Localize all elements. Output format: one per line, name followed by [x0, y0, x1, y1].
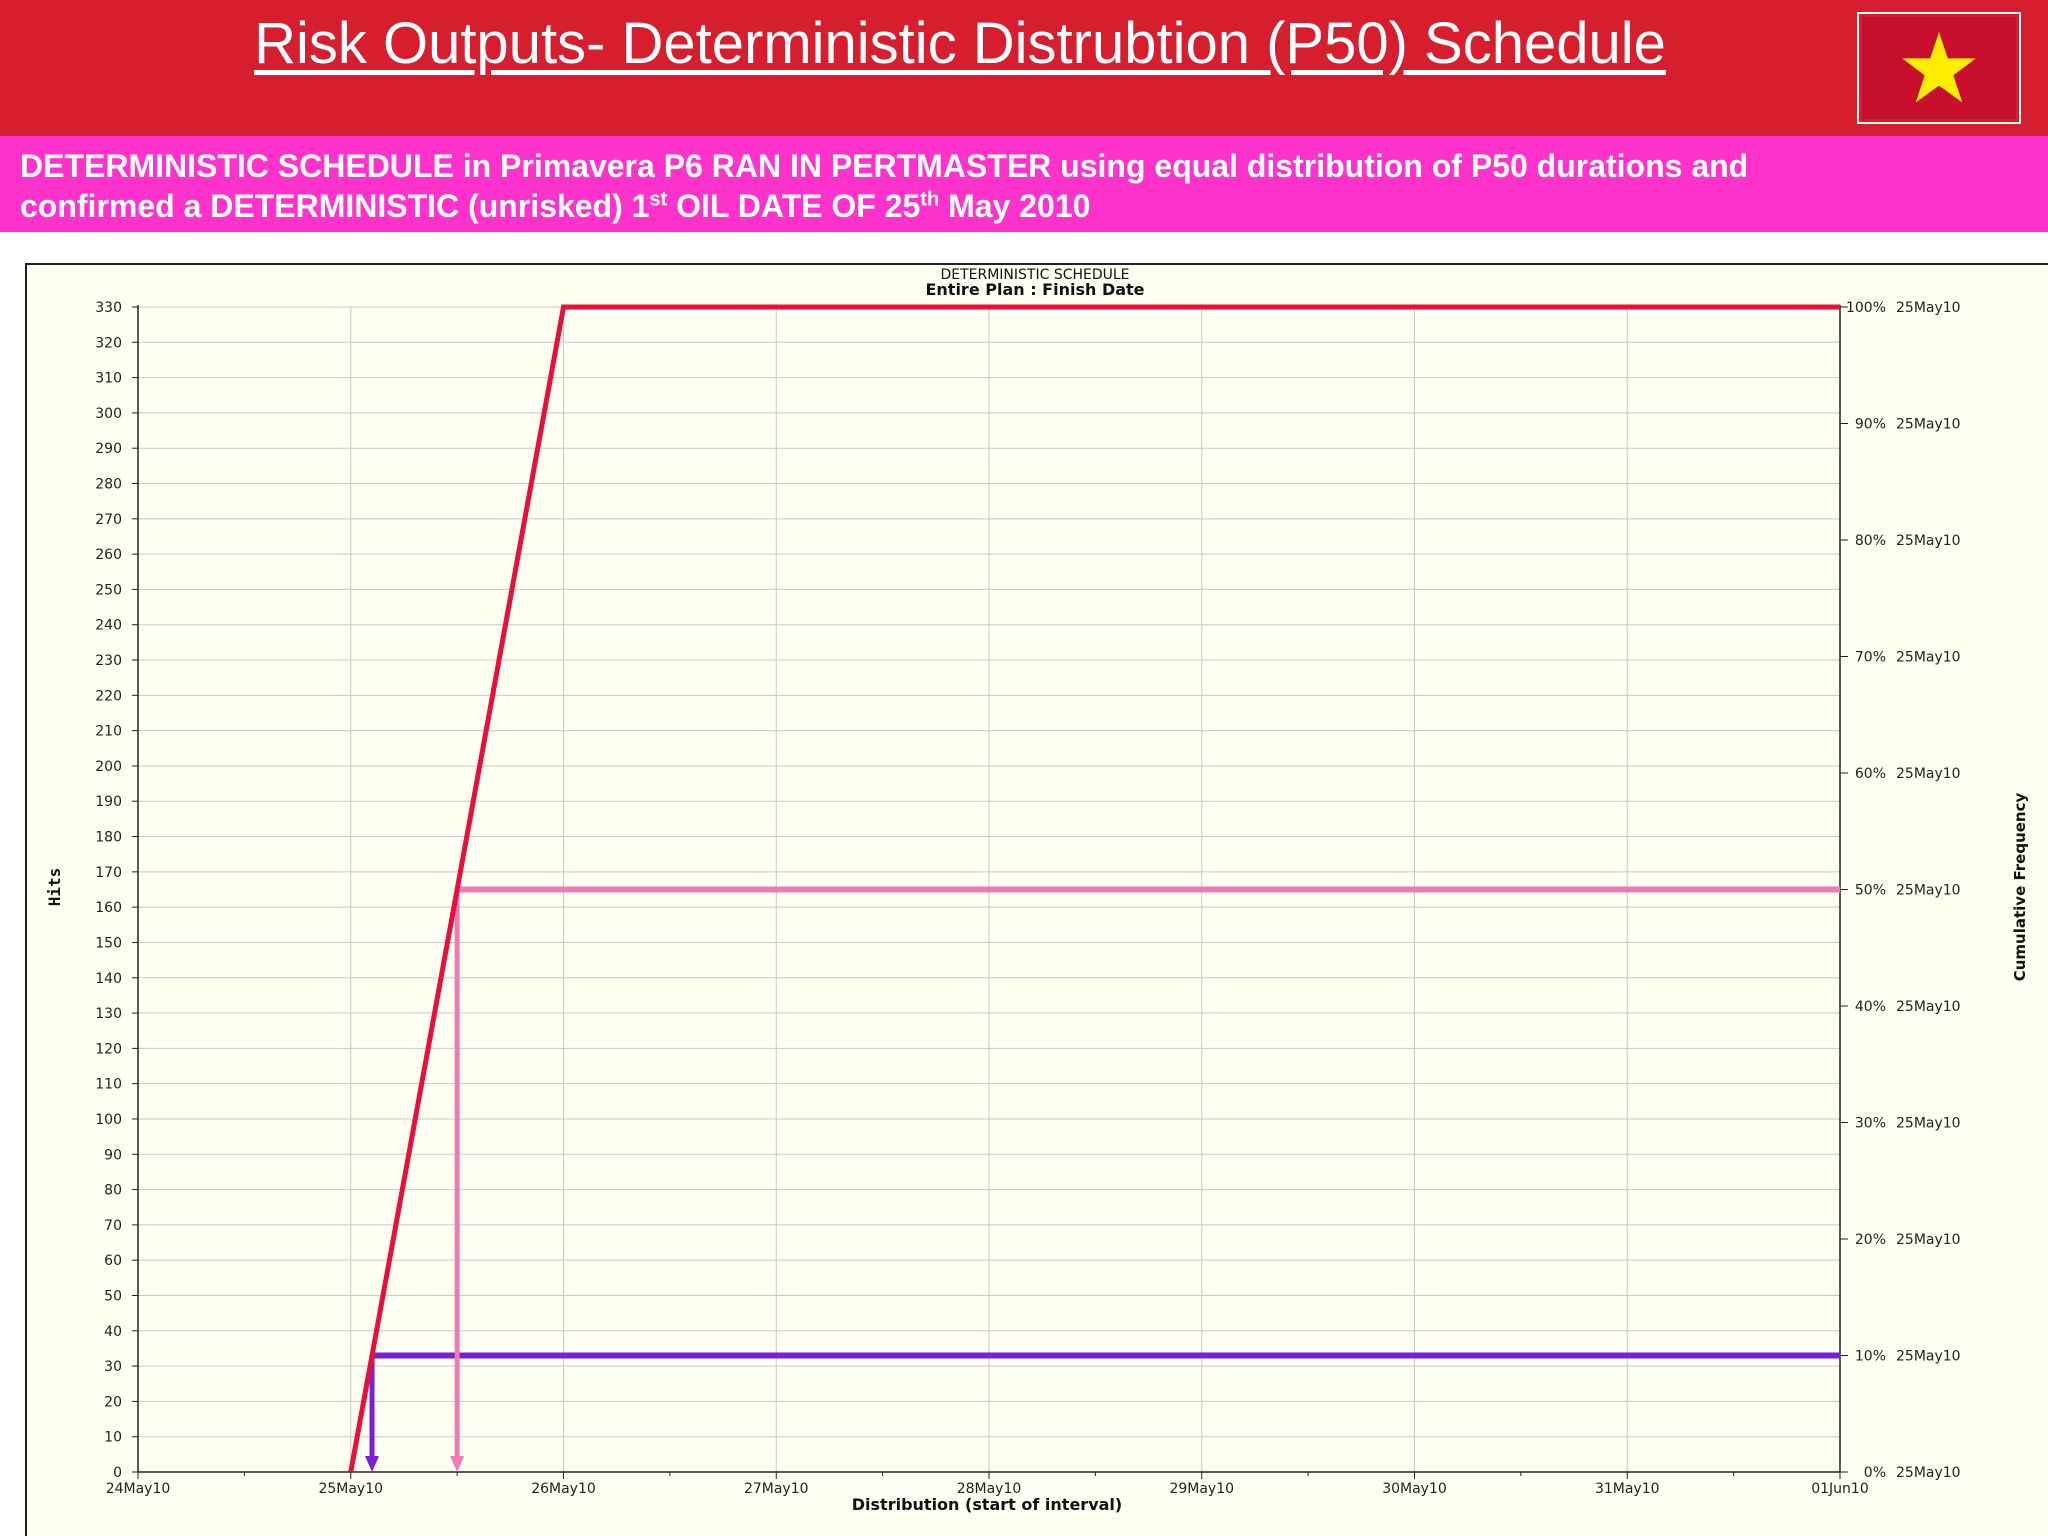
chart-subtitle: Entire Plan : Finish Date: [925, 280, 1144, 299]
y2-tick-pct: 90%: [1855, 417, 1886, 433]
y2-tick-date: 25May10: [1896, 1116, 1961, 1132]
y2-tick-pct: 0%: [1864, 1465, 1886, 1481]
page-title: Risk Outputs- Deterministic Distrubtion …: [254, 11, 1666, 76]
y2-tick-pct: 80%: [1855, 533, 1886, 549]
y-tick-label: 30: [104, 1359, 122, 1375]
y-tick-label: 40: [104, 1324, 122, 1340]
y-tick-label: 130: [95, 1006, 122, 1022]
chart-frame: [25, 263, 2048, 1536]
y-tick-label: 110: [95, 1077, 122, 1093]
x-tick-label: 27May10: [744, 1481, 809, 1497]
y2-tick-pct: 70%: [1855, 650, 1886, 666]
y2-tick-pct: 60%: [1855, 766, 1886, 782]
y2-tick-date: 25May10: [1896, 1349, 1961, 1365]
y2-tick-pct: 100%: [1846, 300, 1886, 316]
y-tick-label: 280: [95, 477, 122, 493]
y-tick-label: 220: [95, 688, 122, 704]
star-icon: [1902, 32, 1976, 103]
y-tick-label: 170: [95, 865, 122, 881]
x-tick-label: 30May10: [1382, 1481, 1447, 1497]
x-tick-label: 01Jun10: [1811, 1481, 1869, 1497]
y2-tick-pct: 20%: [1855, 1232, 1886, 1248]
y2-tick-pct: 10%: [1855, 1349, 1886, 1365]
y-tick-label: 200: [95, 759, 122, 775]
y2-tick-pct: 40%: [1855, 999, 1886, 1015]
subtitle-sup-st: st: [649, 188, 668, 211]
subtitle-line-1: DETERMINISTIC SCHEDULE in Primavera P6 R…: [20, 148, 1749, 184]
subtitle-sup-th: th: [920, 188, 940, 211]
y-tick-label: 80: [104, 1183, 122, 1199]
y-tick-label: 230: [95, 653, 122, 669]
subtitle-line-2: confirmed a DETERMINISTIC (unrisked) 1st…: [20, 186, 2020, 226]
y-tick-label: 190: [95, 794, 122, 810]
y2-tick-date: 25May10: [1896, 1465, 1961, 1481]
subtitle-text: DETERMINISTIC SCHEDULE in Primavera P6 R…: [20, 146, 2020, 226]
y-tick-label: 240: [95, 618, 122, 634]
y-tick-label: 260: [95, 547, 122, 563]
y-tick-label: 10: [104, 1430, 122, 1446]
y2-tick-pct: 50%: [1855, 883, 1886, 899]
subtitle-band: DETERMINISTIC SCHEDULE in Primavera P6 R…: [0, 136, 2048, 232]
x-tick-label: 29May10: [1169, 1481, 1234, 1497]
y2-axis-label: Cumulative Frequency: [2011, 793, 2029, 982]
y-tick-label: 150: [95, 935, 122, 951]
y2-tick-date: 25May10: [1896, 999, 1961, 1015]
y-tick-label: 160: [95, 900, 122, 916]
x-tick-label: 25May10: [318, 1481, 383, 1497]
x-tick-label: 31May10: [1595, 1481, 1660, 1497]
x-tick-label: 24May10: [106, 1481, 171, 1497]
y-tick-label: 210: [95, 724, 122, 740]
y-tick-label: 270: [95, 512, 122, 528]
subtitle-part-b: OIL DATE OF 25: [667, 188, 921, 224]
y2-tick-date: 25May10: [1896, 1232, 1961, 1248]
y-tick-label: 330: [95, 300, 122, 316]
y2-tick-date: 25May10: [1896, 417, 1961, 433]
y-tick-label: 90: [104, 1147, 122, 1163]
y-tick-label: 50: [104, 1288, 122, 1304]
y-tick-label: 70: [104, 1218, 122, 1234]
y-tick-label: 320: [95, 335, 122, 351]
y-axis-label: Hits: [45, 868, 64, 907]
y-tick-label: 0: [113, 1465, 122, 1481]
y-tick-label: 60: [104, 1253, 122, 1269]
y2-tick-date: 25May10: [1896, 650, 1961, 666]
y2-tick-date: 25May10: [1896, 766, 1961, 782]
y-tick-label: 140: [95, 971, 122, 987]
y2-tick-pct: 30%: [1855, 1116, 1886, 1132]
y2-tick-date: 25May10: [1896, 533, 1961, 549]
y-tick-label: 20: [104, 1394, 122, 1410]
y2-tick-date: 25May10: [1896, 883, 1961, 899]
y-tick-label: 310: [95, 371, 122, 387]
subtitle-part-c: May 2010: [939, 188, 1091, 224]
x-tick-label: 26May10: [531, 1481, 596, 1497]
y-tick-label: 290: [95, 441, 122, 457]
flag-frame: [1857, 12, 2021, 124]
y-tick-label: 120: [95, 1041, 122, 1057]
subtitle-part-a: confirmed a DETERMINISTIC (unrisked) 1: [20, 188, 650, 224]
header-bar: Risk Outputs- Deterministic Distrubtion …: [0, 0, 2048, 136]
x-axis-label: Distribution (start of interval): [852, 1495, 1122, 1514]
y-tick-label: 250: [95, 582, 122, 598]
vietnam-flag-icon: [1862, 17, 2016, 119]
finish-date-chart: DETERMINISTIC SCHEDULE Entire Plan : Fin…: [25, 263, 2048, 1536]
y2-tick-date: 25May10: [1896, 300, 1961, 316]
y-tick-label: 100: [95, 1112, 122, 1128]
y-tick-label: 180: [95, 830, 122, 846]
y-tick-label: 300: [95, 406, 122, 422]
